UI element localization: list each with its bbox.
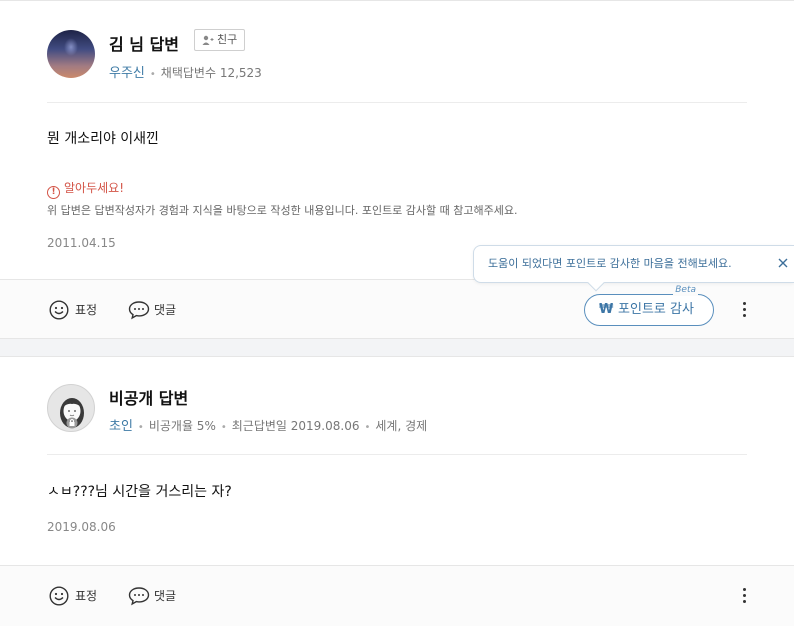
tooltip-text: 도움이 되었다면 포인트로 감사한 마음을 전해보세요. (488, 257, 732, 270)
author-rank[interactable]: 초인 (109, 419, 133, 434)
emotion-label: 표정 (75, 589, 98, 603)
meta-separator: • (137, 422, 144, 433)
notice-title: ! 알아두세요! (47, 179, 124, 199)
private-avatar (47, 384, 95, 432)
comment-button[interactable]: 댓글 (128, 586, 176, 606)
won-icon: ₩ (599, 302, 614, 317)
add-friend-button[interactable]: 친구 (194, 29, 246, 51)
close-icon[interactable] (776, 256, 790, 270)
section-gap (0, 339, 794, 356)
category: 세계, 경제 (375, 419, 428, 433)
meta-separator: • (364, 422, 371, 433)
answer-date: 2019.08.06 (47, 520, 116, 534)
answer-card-1: 김 님 답변 친구 우주신 • 채택답변수 12,523 뭔 개소리야 이새낀 ! 알… (0, 0, 794, 279)
emotion-label: 표정 (75, 303, 98, 317)
author-rank[interactable]: 우주신 (109, 66, 145, 81)
notice-text: 위 답변은 답변작성자가 경험과 지식을 바탕으로 작성한 내용입니다. 포인트… (47, 204, 518, 217)
emotion-button[interactable]: 표정 (49, 586, 97, 606)
private-rate: 비공개율 5% (148, 419, 216, 433)
thanks-label: 포인트로 감사 (618, 302, 694, 317)
emotion-button[interactable]: 표정 (49, 300, 97, 320)
answer-date: 2011.04.15 (47, 236, 116, 250)
thanks-with-points-button[interactable]: ₩ 포인트로 감사 Beta (584, 285, 714, 326)
meta-separator: • (149, 69, 156, 80)
private-user-icon (60, 398, 84, 429)
header-divider (47, 102, 747, 103)
add-friend-label: 친구 (217, 33, 238, 46)
author-name: 비공개 답변 (109, 389, 189, 408)
speech-bubble-icon (128, 587, 150, 606)
header-divider (47, 454, 747, 455)
answer-body: ㅅㅂ???님 시간을 거스리는 자? (47, 484, 232, 500)
answer-actions-bar-2: 표정 댓글 (0, 565, 794, 626)
smile-icon (49, 586, 69, 606)
author-avatar[interactable] (47, 30, 95, 78)
notice-title-text: 알아두세요! (64, 181, 125, 195)
author-meta: 우주신 • 채택답변수 12,523 (109, 62, 262, 81)
author-meta: 초인 • 비공개율 5% • 최근답변일 2019.08.06 • 세계, 경제 (109, 415, 427, 434)
smile-icon (49, 300, 69, 320)
adopted-count-label: 채택답변수 (160, 66, 216, 80)
exclamation-icon: ! (47, 186, 60, 199)
comment-label: 댓글 (154, 303, 177, 317)
answer-card-2: 비공개 답변 초인 • 비공개율 5% • 최근답변일 2019.08.06 • 세계, 경… (0, 356, 794, 565)
more-options-icon[interactable] (735, 299, 755, 321)
adopted-count-value: 12,523 (219, 66, 262, 80)
answer-body: 뭔 개소리야 이새낀 (47, 131, 159, 147)
add-friend-icon (202, 35, 214, 45)
comment-button[interactable]: 댓글 (128, 300, 176, 320)
answer-actions-bar-1: 표정 댓글 ₩ 포인트로 감사 Beta (0, 279, 794, 339)
recent-answer-date: 최근답변일 2019.08.06 (231, 419, 360, 433)
speech-bubble-icon (128, 301, 150, 320)
author-name[interactable]: 김 님 답변 (109, 31, 179, 55)
comment-label: 댓글 (154, 589, 177, 603)
meta-separator: • (220, 422, 227, 433)
beta-badge: Beta (673, 285, 698, 296)
thanks-tooltip: 도움이 되었다면 포인트로 감사한 마음을 전해보세요. (473, 245, 794, 292)
more-options-icon[interactable] (735, 585, 755, 607)
